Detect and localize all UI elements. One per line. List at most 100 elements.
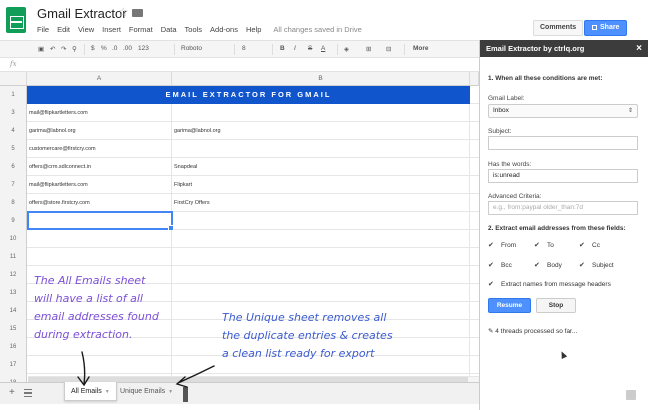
increase-decimal-button[interactable]: .00 (123, 45, 132, 52)
comments-button[interactable]: Comments (533, 20, 584, 36)
checkbox-to[interactable]: ✔ To (534, 242, 554, 250)
select-all-corner[interactable] (0, 72, 27, 86)
checkbox-from[interactable]: ✔ From (488, 242, 516, 250)
decrease-decimal-button[interactable]: .0 (112, 45, 117, 52)
menu-view[interactable]: View (78, 25, 94, 34)
menu-tools[interactable]: Tools (185, 25, 203, 34)
cell-name[interactable]: Snapdeal (172, 158, 470, 176)
cell-email[interactable] (27, 356, 172, 374)
currency-format-button[interactable]: $ (91, 45, 95, 52)
checkbox-body[interactable]: ✔ Body (534, 262, 562, 270)
caret-down-icon[interactable]: ▼ (105, 389, 110, 395)
stop-button[interactable]: Stop (536, 298, 576, 313)
advanced-criteria-input[interactable]: e.g., from:paypal older_than:7d (488, 201, 638, 215)
row-number[interactable]: 1 (0, 86, 27, 104)
row-number[interactable]: 4 (0, 122, 27, 140)
cell-name[interactable] (172, 266, 470, 284)
share-button[interactable]: Share (584, 20, 628, 36)
cell-name[interactable]: FirstCry Offers (172, 194, 470, 212)
explore-icon[interactable] (626, 390, 636, 400)
merge-cells-icon[interactable]: ⊟ (386, 45, 391, 53)
menu-addons[interactable]: Add-ons (210, 25, 238, 34)
save-status[interactable]: All changes saved in Drive (273, 25, 361, 34)
cell-email[interactable]: offers@crm.sdlconnect.in (27, 158, 172, 176)
cell-name[interactable] (172, 248, 470, 266)
print-icon[interactable]: ▣ (38, 45, 44, 53)
row-number[interactable]: 3 (0, 104, 27, 122)
subject-input[interactable] (488, 136, 638, 150)
all-sheets-icon[interactable] (24, 389, 32, 397)
gmail-label-select[interactable]: Inbox ⇕ (488, 104, 638, 118)
fill-color-icon[interactable]: ◈ (344, 45, 349, 53)
cell-name[interactable] (172, 230, 470, 248)
row-number[interactable]: 9 (0, 212, 27, 230)
row-number[interactable]: 13 (0, 284, 27, 302)
cell-name[interactable]: Flipkart (172, 176, 470, 194)
formula-bar[interactable]: fx (0, 58, 479, 72)
sheet-tab-all-emails[interactable]: All Emails ▼ (64, 382, 117, 401)
folder-icon[interactable] (132, 9, 143, 17)
text-color-button[interactable]: A (321, 45, 325, 52)
cell-name[interactable] (172, 140, 470, 158)
menu-data[interactable]: Data (161, 25, 177, 34)
bold-button[interactable]: B (280, 45, 285, 52)
row-number[interactable]: 16 (0, 338, 27, 356)
more-button[interactable]: More (413, 45, 429, 52)
row-number[interactable]: 15 (0, 320, 27, 338)
sheets-logo-icon[interactable] (6, 7, 26, 33)
checkbox-cc[interactable]: ✔ Cc (579, 242, 600, 250)
cell-email[interactable]: mail@flipkartletters.com (27, 176, 172, 194)
menu-edit[interactable]: Edit (57, 25, 70, 34)
row-number[interactable]: 7 (0, 176, 27, 194)
row-number[interactable]: 11 (0, 248, 27, 266)
menu-help[interactable]: Help (246, 25, 261, 34)
checkbox-bcc[interactable]: ✔ Bcc (488, 262, 512, 270)
cell-name[interactable] (172, 284, 470, 302)
document-title[interactable]: Gmail Extractor (37, 6, 127, 21)
column-header-a[interactable]: A (27, 72, 172, 86)
menu-format[interactable]: Format (129, 25, 153, 34)
cell-email[interactable] (27, 230, 172, 248)
star-icon[interactable]: ☆ (118, 5, 129, 19)
cell-email[interactable] (27, 248, 172, 266)
row-number[interactable]: 12 (0, 266, 27, 284)
undo-icon[interactable]: ↶ (50, 45, 55, 53)
row-number[interactable]: 18 (0, 374, 27, 382)
add-sheet-button[interactable]: + (9, 387, 15, 398)
cell-email[interactable]: garima@labnol.org (27, 122, 172, 140)
cell-email[interactable]: mail@flipkartletters.com (27, 104, 172, 122)
row-number[interactable]: 17 (0, 356, 27, 374)
italic-button[interactable]: I (294, 45, 296, 52)
percent-format-button[interactable]: % (101, 45, 107, 52)
close-icon[interactable]: × (636, 40, 642, 57)
checkbox-subject[interactable]: ✔ Subject (579, 262, 614, 270)
redo-icon[interactable]: ↷ (61, 45, 66, 53)
checkbox-extract-names[interactable]: ✔ Extract names from message headers (488, 281, 611, 289)
font-size-select[interactable]: 8 (242, 45, 246, 52)
cell-email[interactable]: offers@store.firstcry.com (27, 194, 172, 212)
row-number[interactable]: 10 (0, 230, 27, 248)
font-family-select[interactable]: Roboto (181, 45, 202, 52)
borders-icon[interactable]: ⊞ (366, 45, 371, 53)
row-number[interactable]: 8 (0, 194, 27, 212)
menu-file[interactable]: File (37, 25, 49, 34)
column-header-b[interactable]: B (172, 72, 470, 86)
row-number[interactable]: 5 (0, 140, 27, 158)
row-number[interactable]: 6 (0, 158, 27, 176)
paint-format-icon[interactable]: ⚲ (72, 45, 77, 53)
column-header-c[interactable] (470, 72, 479, 86)
cell-email[interactable]: customercare@firstcry.com (27, 140, 172, 158)
title-banner-cell[interactable]: EMAIL EXTRACTOR FOR GMAIL (27, 86, 470, 104)
row-number[interactable]: 14 (0, 302, 27, 320)
number-format-button[interactable]: 123 (138, 45, 149, 52)
has-words-input[interactable]: is:unread (488, 169, 638, 183)
cell-name[interactable] (172, 104, 470, 122)
cell-name[interactable] (172, 212, 470, 230)
menu-insert[interactable]: Insert (102, 25, 121, 34)
tab-scroll-handle[interactable] (183, 387, 188, 402)
sheet-tab-unique-emails[interactable]: Unique Emails ▼ (114, 382, 179, 401)
resume-button[interactable]: Resume (488, 298, 531, 313)
caret-down-icon[interactable]: ▼ (168, 389, 173, 395)
strikethrough-button[interactable]: S (308, 45, 312, 52)
cell-name[interactable]: garima@labnol.org (172, 122, 470, 140)
